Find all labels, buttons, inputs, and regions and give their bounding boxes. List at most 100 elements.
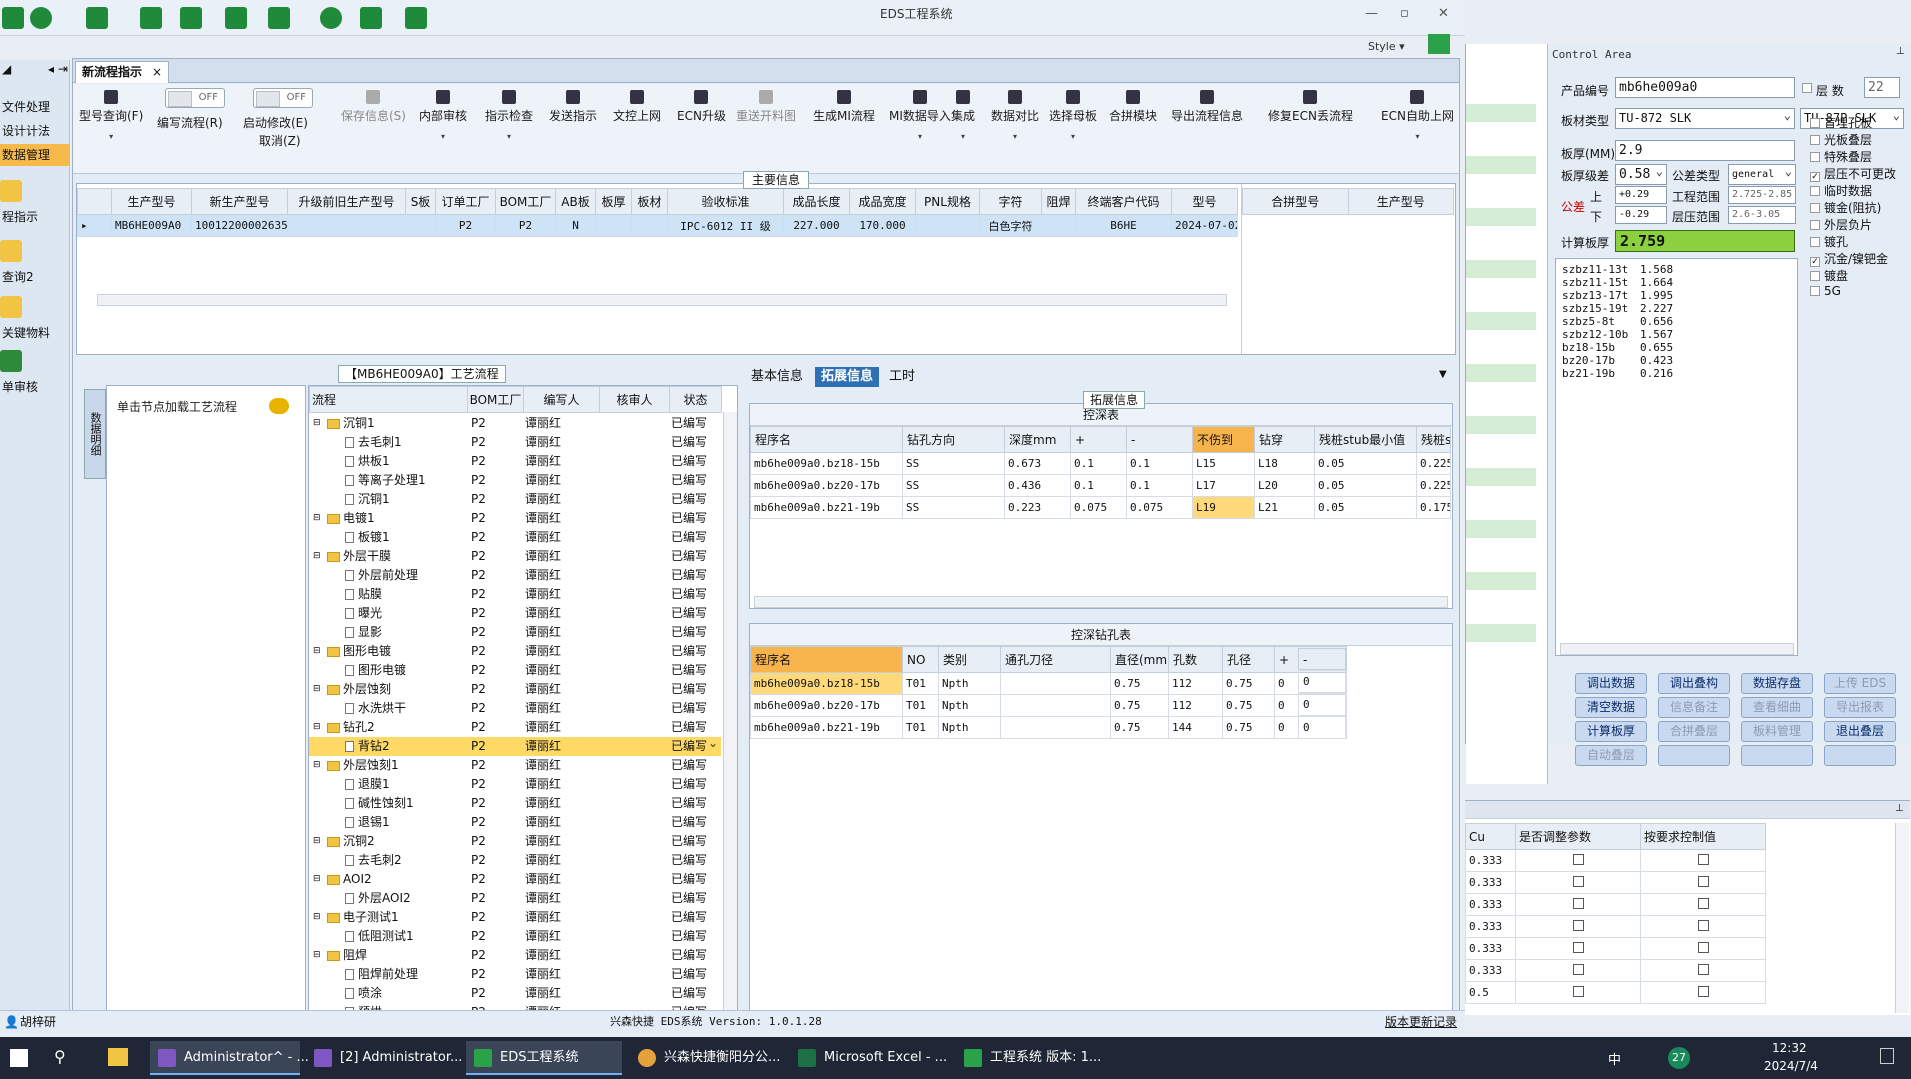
model-query-button[interactable]: 型号查询(F) ▾: [79, 88, 143, 141]
tree-row[interactable]: 水洗烘干 P2 谭丽红 已编写: [309, 699, 721, 718]
tree-row[interactable]: ⊟ 外层蚀刻 P2 谭丽红 已编写: [309, 680, 721, 699]
nav-arrows-icon[interactable]: ◂ ⇥: [48, 62, 68, 76]
collapse-icon[interactable]: ⊟: [313, 414, 321, 433]
col-header[interactable]: Cu: [1465, 823, 1516, 850]
start-modify-toggle[interactable]: OFF: [253, 88, 313, 108]
stack-list-item[interactable]: szbz11-15t 1.664: [1562, 276, 1673, 289]
taskbar-item[interactable]: Microsoft Excel - ...: [790, 1041, 950, 1075]
cancel-label[interactable]: 取消(Z): [259, 132, 301, 149]
col-header[interactable]: 板材: [631, 188, 668, 215]
product-no-input[interactable]: mb6he009a0: [1615, 77, 1795, 98]
nav-item-design[interactable]: 设计计法: [0, 120, 70, 142]
collapse-icon[interactable]: ⊟: [313, 680, 321, 699]
lower-input[interactable]: -0.29: [1615, 206, 1667, 224]
tree-row[interactable]: 板镀1 P2 谭丽红 已编写: [309, 528, 721, 547]
tree-row[interactable]: 外层前处理 P2 谭丽红 已编写: [309, 566, 721, 585]
table-row[interactable]: mb6he009a0.bz18-15b SS 0.673 0.1 0.1 L15 L18 0.…: [750, 452, 1451, 475]
col-header[interactable]: S板: [405, 188, 436, 215]
tree-row[interactable]: 沉铜1 P2 谭丽红 已编写: [309, 490, 721, 509]
merge-module-button[interactable]: 合拼模块: [1109, 88, 1157, 124]
col-header[interactable]: 程序名: [750, 646, 903, 673]
control-button[interactable]: 板料管理: [1741, 721, 1813, 742]
table-icon[interactable]: [86, 7, 108, 29]
h-scrollbar[interactable]: [97, 294, 1227, 306]
col-header[interactable]: 钻穿: [1254, 426, 1315, 453]
control-button[interactable]: 调出叠构: [1658, 673, 1730, 694]
tree-row[interactable]: ⊟ AOI2 P2 谭丽红 已编写: [309, 870, 721, 889]
tree-row[interactable]: 阻焊前处理 P2 谭丽红 已编写: [309, 965, 721, 984]
col-header[interactable]: 型号: [1171, 188, 1238, 215]
doc-online-button[interactable]: 文控上网: [613, 88, 661, 124]
control-button[interactable]: 上传 EDS: [1824, 673, 1896, 694]
control-button[interactable]: 清空数据: [1575, 697, 1647, 718]
table-row[interactable]: 0.333: [1465, 915, 1766, 938]
collapse-icon[interactable]: ⊟: [313, 509, 321, 528]
tree-row[interactable]: ⊟ 电子测试1 P2 谭丽红 已编写: [309, 908, 721, 927]
pin-icon[interactable]: ⊥: [1896, 46, 1905, 57]
table-row[interactable]: mb6he009a0.bz18-15b T01 Npth 0.75 112 0.75 0: [750, 672, 1347, 695]
col-header[interactable]: PNL规格: [915, 188, 980, 215]
chevron-down-icon[interactable]: ▼: [1439, 369, 1447, 380]
tree-row[interactable]: 喷涂 P2 谭丽红 已编写: [309, 984, 721, 1003]
col-header[interactable]: 成品宽度: [849, 188, 916, 215]
send-instruction-button[interactable]: 发送指示: [549, 88, 597, 124]
tree-row[interactable]: 烘板1 P2 谭丽红 已编写: [309, 452, 721, 471]
thickness-input[interactable]: 2.9: [1615, 140, 1795, 161]
control-button[interactable]: [1824, 745, 1896, 766]
taskbar-item[interactable]: [2] Administrator...: [306, 1041, 462, 1075]
col-header[interactable]: 钻孔方向: [902, 426, 1005, 453]
ime-indicator[interactable]: 中: [1608, 1049, 1621, 1068]
tree-row[interactable]: 显影 P2 谭丽红 已编写: [309, 623, 721, 642]
table-row[interactable]: 0.333: [1465, 893, 1766, 916]
style-menu[interactable]: Style ▾: [1368, 40, 1405, 53]
pin-icon[interactable]: ⊥: [1895, 803, 1904, 814]
integrate-button[interactable]: 集成 ▾: [951, 88, 975, 141]
col-header[interactable]: BOM工厂: [495, 188, 556, 215]
stack-list-item[interactable]: szbz5-8t 0.656: [1562, 315, 1673, 328]
nav-item-review[interactable]: 单审核: [0, 376, 70, 398]
lifebuoy-icon[interactable]: [30, 7, 52, 29]
tree-row[interactable]: ⊟ 外层干膜 P2 谭丽红 已编写: [309, 547, 721, 566]
taskbar-item[interactable]: 工程系统 版本: 1...: [956, 1041, 1112, 1075]
col-header[interactable]: 字符: [979, 188, 1042, 215]
monitor-icon[interactable]: [405, 7, 427, 29]
col-header[interactable]: 验收标准: [667, 188, 784, 215]
control-button[interactable]: 导出报表: [1824, 697, 1896, 718]
nav-item-file[interactable]: 文件处理: [0, 96, 70, 118]
col-header[interactable]: 类别: [938, 646, 1001, 673]
tab-new-flow[interactable]: 新流程指示 ×: [75, 61, 170, 83]
col-header[interactable]: 直径(mm): [1110, 646, 1169, 673]
nav-item-query[interactable]: 查询2: [0, 266, 70, 288]
option-checkbox[interactable]: 镀孔: [1810, 233, 1848, 250]
control-button[interactable]: 数据存盘: [1741, 673, 1813, 694]
table-row[interactable]: 0.333: [1465, 959, 1766, 982]
grid-icon[interactable]: [268, 7, 290, 29]
tree-row[interactable]: ⊟ 图形电镀 P2 谭丽红 已编写: [309, 642, 721, 661]
collapse-icon[interactable]: ⊟: [313, 946, 321, 965]
control-button[interactable]: 计算板厚: [1575, 721, 1647, 742]
col-header[interactable]: 流程: [309, 386, 468, 413]
collapse-icon[interactable]: ⊟: [313, 547, 321, 566]
tree-row[interactable]: ⊟ 阻焊 P2 谭丽红 已编写: [309, 946, 721, 965]
instruction-check-button[interactable]: 指示检查 ▾: [485, 88, 533, 141]
ecn-self-online-button[interactable]: ECN自助上网 ▾: [1381, 88, 1454, 141]
select-master-button[interactable]: 选择母板 ▾: [1049, 88, 1097, 141]
col-header[interactable]: 按要求控制值: [1640, 823, 1766, 850]
col-header[interactable]: NO: [902, 646, 939, 673]
notification-icon[interactable]: [1880, 1048, 1894, 1064]
v-scrollbar[interactable]: [723, 412, 737, 1016]
col-header[interactable]: 是否调整参数: [1515, 823, 1641, 850]
tree-row[interactable]: 背钻2 P2 谭丽红 已编写: [309, 734, 721, 756]
col-header[interactable]: 状态: [669, 386, 722, 413]
tree-row[interactable]: ⊟ 沉铜1 P2 谭丽红 已编写: [309, 414, 721, 433]
table-row[interactable]: mb6he009a0.bz20-17b T01 Npth 0.75 112 0.75 0: [750, 694, 1347, 717]
h-scrollbar[interactable]: [754, 596, 1448, 608]
collapse-icon[interactable]: ⊟: [313, 908, 321, 927]
v-scrollbar[interactable]: [1895, 823, 1909, 1013]
col-header[interactable]: 阻焊: [1041, 188, 1076, 215]
col-header[interactable]: 通孔刀径: [1000, 646, 1111, 673]
control-button[interactable]: 查看细曲: [1741, 697, 1813, 718]
export-flow-button[interactable]: 导出流程信息: [1171, 88, 1243, 124]
col-header[interactable]: 合拼型号: [1242, 188, 1349, 215]
pin-icon[interactable]: ◢: [2, 62, 11, 76]
